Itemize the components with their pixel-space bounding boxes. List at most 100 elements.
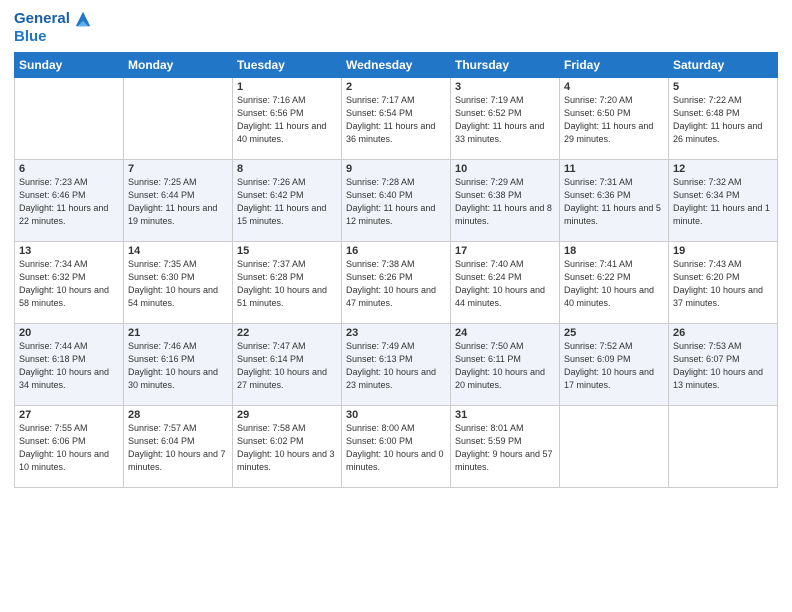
day-info: Sunrise: 7:58 AM Sunset: 6:02 PM Dayligh… xyxy=(237,422,337,474)
logo-icon xyxy=(74,10,92,28)
day-number: 23 xyxy=(346,327,446,339)
day-info: Sunrise: 7:17 AM Sunset: 6:54 PM Dayligh… xyxy=(346,94,446,146)
day-info: Sunrise: 7:41 AM Sunset: 6:22 PM Dayligh… xyxy=(564,258,664,310)
calendar-cell: 14Sunrise: 7:35 AM Sunset: 6:30 PM Dayli… xyxy=(124,242,233,324)
day-number: 14 xyxy=(128,245,228,257)
day-info: Sunrise: 7:31 AM Sunset: 6:36 PM Dayligh… xyxy=(564,176,664,228)
day-info: Sunrise: 7:19 AM Sunset: 6:52 PM Dayligh… xyxy=(455,94,555,146)
day-number: 16 xyxy=(346,245,446,257)
calendar-cell: 10Sunrise: 7:29 AM Sunset: 6:38 PM Dayli… xyxy=(451,160,560,242)
calendar-cell: 23Sunrise: 7:49 AM Sunset: 6:13 PM Dayli… xyxy=(342,324,451,406)
day-header-thursday: Thursday xyxy=(451,53,560,78)
day-info: Sunrise: 7:16 AM Sunset: 6:56 PM Dayligh… xyxy=(237,94,337,146)
calendar-cell: 30Sunrise: 8:00 AM Sunset: 6:00 PM Dayli… xyxy=(342,406,451,488)
calendar-cell xyxy=(560,406,669,488)
calendar-cell: 28Sunrise: 7:57 AM Sunset: 6:04 PM Dayli… xyxy=(124,406,233,488)
calendar-cell: 1Sunrise: 7:16 AM Sunset: 6:56 PM Daylig… xyxy=(233,78,342,160)
calendar-cell: 24Sunrise: 7:50 AM Sunset: 6:11 PM Dayli… xyxy=(451,324,560,406)
day-number: 22 xyxy=(237,327,337,339)
day-info: Sunrise: 7:29 AM Sunset: 6:38 PM Dayligh… xyxy=(455,176,555,228)
calendar-cell: 17Sunrise: 7:40 AM Sunset: 6:24 PM Dayli… xyxy=(451,242,560,324)
day-number: 17 xyxy=(455,245,555,257)
day-info: Sunrise: 7:55 AM Sunset: 6:06 PM Dayligh… xyxy=(19,422,119,474)
day-number: 29 xyxy=(237,409,337,421)
day-info: Sunrise: 7:57 AM Sunset: 6:04 PM Dayligh… xyxy=(128,422,228,474)
day-info: Sunrise: 7:35 AM Sunset: 6:30 PM Dayligh… xyxy=(128,258,228,310)
calendar-cell: 27Sunrise: 7:55 AM Sunset: 6:06 PM Dayli… xyxy=(15,406,124,488)
day-header-monday: Monday xyxy=(124,53,233,78)
day-header-saturday: Saturday xyxy=(669,53,778,78)
calendar-cell: 11Sunrise: 7:31 AM Sunset: 6:36 PM Dayli… xyxy=(560,160,669,242)
calendar-cell: 9Sunrise: 7:28 AM Sunset: 6:40 PM Daylig… xyxy=(342,160,451,242)
day-number: 6 xyxy=(19,163,119,175)
day-info: Sunrise: 7:44 AM Sunset: 6:18 PM Dayligh… xyxy=(19,340,119,392)
day-number: 5 xyxy=(673,81,773,93)
week-row-2: 6Sunrise: 7:23 AM Sunset: 6:46 PM Daylig… xyxy=(15,160,778,242)
calendar-cell: 15Sunrise: 7:37 AM Sunset: 6:28 PM Dayli… xyxy=(233,242,342,324)
day-number: 15 xyxy=(237,245,337,257)
logo-text: General xyxy=(14,10,70,28)
calendar-cell: 25Sunrise: 7:52 AM Sunset: 6:09 PM Dayli… xyxy=(560,324,669,406)
calendar-cell: 8Sunrise: 7:26 AM Sunset: 6:42 PM Daylig… xyxy=(233,160,342,242)
day-number: 19 xyxy=(673,245,773,257)
day-info: Sunrise: 7:47 AM Sunset: 6:14 PM Dayligh… xyxy=(237,340,337,392)
day-number: 2 xyxy=(346,81,446,93)
day-number: 1 xyxy=(237,81,337,93)
day-info: Sunrise: 7:46 AM Sunset: 6:16 PM Dayligh… xyxy=(128,340,228,392)
calendar-cell: 18Sunrise: 7:41 AM Sunset: 6:22 PM Dayli… xyxy=(560,242,669,324)
day-info: Sunrise: 7:22 AM Sunset: 6:48 PM Dayligh… xyxy=(673,94,773,146)
day-number: 25 xyxy=(564,327,664,339)
calendar-cell: 19Sunrise: 7:43 AM Sunset: 6:20 PM Dayli… xyxy=(669,242,778,324)
day-number: 27 xyxy=(19,409,119,421)
day-info: Sunrise: 8:00 AM Sunset: 6:00 PM Dayligh… xyxy=(346,422,446,474)
calendar-header-row: SundayMondayTuesdayWednesdayThursdayFrid… xyxy=(15,53,778,78)
page-header: General Blue xyxy=(14,10,778,46)
day-number: 31 xyxy=(455,409,555,421)
calendar-cell: 7Sunrise: 7:25 AM Sunset: 6:44 PM Daylig… xyxy=(124,160,233,242)
calendar-cell: 13Sunrise: 7:34 AM Sunset: 6:32 PM Dayli… xyxy=(15,242,124,324)
day-number: 3 xyxy=(455,81,555,93)
day-number: 4 xyxy=(564,81,664,93)
calendar-cell: 20Sunrise: 7:44 AM Sunset: 6:18 PM Dayli… xyxy=(15,324,124,406)
day-info: Sunrise: 7:49 AM Sunset: 6:13 PM Dayligh… xyxy=(346,340,446,392)
calendar-cell xyxy=(669,406,778,488)
week-row-3: 13Sunrise: 7:34 AM Sunset: 6:32 PM Dayli… xyxy=(15,242,778,324)
day-header-friday: Friday xyxy=(560,53,669,78)
logo: General Blue xyxy=(14,10,92,46)
day-number: 24 xyxy=(455,327,555,339)
calendar-cell xyxy=(15,78,124,160)
day-header-wednesday: Wednesday xyxy=(342,53,451,78)
calendar-cell: 3Sunrise: 7:19 AM Sunset: 6:52 PM Daylig… xyxy=(451,78,560,160)
calendar-cell: 4Sunrise: 7:20 AM Sunset: 6:50 PM Daylig… xyxy=(560,78,669,160)
day-number: 20 xyxy=(19,327,119,339)
day-info: Sunrise: 7:26 AM Sunset: 6:42 PM Dayligh… xyxy=(237,176,337,228)
day-info: Sunrise: 7:20 AM Sunset: 6:50 PM Dayligh… xyxy=(564,94,664,146)
day-info: Sunrise: 7:50 AM Sunset: 6:11 PM Dayligh… xyxy=(455,340,555,392)
calendar-cell: 21Sunrise: 7:46 AM Sunset: 6:16 PM Dayli… xyxy=(124,324,233,406)
day-info: Sunrise: 7:32 AM Sunset: 6:34 PM Dayligh… xyxy=(673,176,773,228)
day-number: 10 xyxy=(455,163,555,175)
calendar: SundayMondayTuesdayWednesdayThursdayFrid… xyxy=(14,52,778,488)
day-header-sunday: Sunday xyxy=(15,53,124,78)
week-row-5: 27Sunrise: 7:55 AM Sunset: 6:06 PM Dayli… xyxy=(15,406,778,488)
day-info: Sunrise: 7:23 AM Sunset: 6:46 PM Dayligh… xyxy=(19,176,119,228)
day-number: 30 xyxy=(346,409,446,421)
calendar-cell: 2Sunrise: 7:17 AM Sunset: 6:54 PM Daylig… xyxy=(342,78,451,160)
day-number: 13 xyxy=(19,245,119,257)
day-number: 9 xyxy=(346,163,446,175)
day-info: Sunrise: 7:34 AM Sunset: 6:32 PM Dayligh… xyxy=(19,258,119,310)
day-info: Sunrise: 7:43 AM Sunset: 6:20 PM Dayligh… xyxy=(673,258,773,310)
calendar-cell: 22Sunrise: 7:47 AM Sunset: 6:14 PM Dayli… xyxy=(233,324,342,406)
day-info: Sunrise: 7:52 AM Sunset: 6:09 PM Dayligh… xyxy=(564,340,664,392)
calendar-cell: 16Sunrise: 7:38 AM Sunset: 6:26 PM Dayli… xyxy=(342,242,451,324)
calendar-cell: 5Sunrise: 7:22 AM Sunset: 6:48 PM Daylig… xyxy=(669,78,778,160)
calendar-cell: 29Sunrise: 7:58 AM Sunset: 6:02 PM Dayli… xyxy=(233,406,342,488)
day-number: 28 xyxy=(128,409,228,421)
day-info: Sunrise: 7:38 AM Sunset: 6:26 PM Dayligh… xyxy=(346,258,446,310)
day-info: Sunrise: 7:40 AM Sunset: 6:24 PM Dayligh… xyxy=(455,258,555,310)
day-header-tuesday: Tuesday xyxy=(233,53,342,78)
week-row-1: 1Sunrise: 7:16 AM Sunset: 6:56 PM Daylig… xyxy=(15,78,778,160)
logo-text-blue: Blue xyxy=(14,28,92,46)
day-number: 21 xyxy=(128,327,228,339)
day-info: Sunrise: 8:01 AM Sunset: 5:59 PM Dayligh… xyxy=(455,422,555,474)
